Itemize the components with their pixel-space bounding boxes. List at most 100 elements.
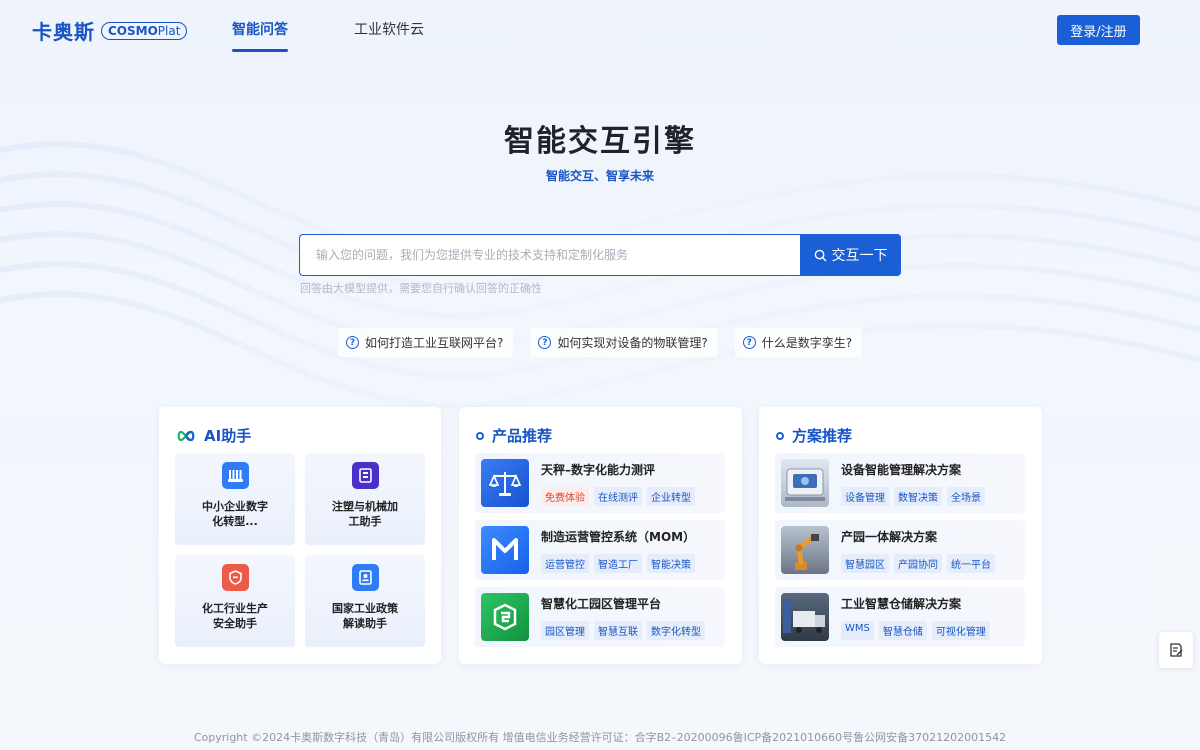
safety-icon <box>221 564 249 591</box>
solution-tag: 智慧仓储 <box>878 620 927 640</box>
cosmoplat-logo[interactable]: 卡奥斯 COSMOPlat <box>32 16 188 45</box>
solution-item[interactable]: 设备智能管理解决方案 设备管理 数智决策 全场景 <box>775 453 1025 513</box>
product-item[interactable]: 智慧化工园区管理平台 园区管理 智慧互联 数字化转型 <box>475 587 725 647</box>
solution-tag: 产园协同 <box>894 553 942 573</box>
solution-name: 工业智慧仓储解决方案 <box>841 596 962 611</box>
suggested-question-text: 如何打造工业互联网平台? <box>364 336 504 350</box>
product-tag: 智造工厂 <box>594 553 642 573</box>
ai-assistant-label: 化工行业生产安全助手 <box>202 602 268 630</box>
question-mark-icon: ? <box>345 336 359 349</box>
scale-icon <box>481 459 529 507</box>
search-icon <box>814 249 826 261</box>
solution-tag: 统一平台 <box>947 553 995 573</box>
ai-assistant-grid: 中小企业数字化转型... 注塑与机械加工助手 化工行业生产安全助手 国家工业政策… <box>175 453 425 647</box>
factory-icon <box>221 462 249 489</box>
login-register-button[interactable]: 登录/注册 <box>1057 15 1140 45</box>
solution-item[interactable]: 产园一体解决方案 智慧园区 产园协同 统一平台 <box>775 520 1025 580</box>
ai-assistant-title-text: AI助手 <box>204 427 252 445</box>
solution-tag: WMS <box>841 620 874 640</box>
solution-tags: 智慧园区 产园协同 统一平台 <box>841 553 995 573</box>
product-tag: 智能决策 <box>647 553 695 573</box>
solution-name: 产园一体解决方案 <box>841 529 938 544</box>
bullet-dot-icon <box>776 431 784 440</box>
search-button-label: 交互一下 <box>831 248 888 264</box>
nav-tab-software-cloud[interactable]: 工业软件云 <box>354 0 424 52</box>
warehouse-truck-photo <box>781 593 829 641</box>
question-mark-icon: ? <box>538 336 552 349</box>
page-title: 智能交互引擎 <box>504 124 696 159</box>
ai-assistant-tile[interactable]: 中小企业数字化转型... <box>175 453 295 545</box>
solution-tag: 智慧园区 <box>841 553 889 573</box>
product-recommend-card: 产品推荐 天秤–数字化能力测评 免费体验 在线测评 企业转型 制造运营管控系统（… <box>459 407 742 664</box>
ai-assistant-label: 中小企业数字化转型... <box>202 500 268 528</box>
solution-tag: 设备管理 <box>841 486 889 506</box>
page-subtitle: 智能交互、智享未来 <box>545 169 654 183</box>
solution-name: 设备智能管理解决方案 <box>841 462 962 477</box>
logo-text-en-a: COSMO <box>108 23 158 38</box>
search-input[interactable] <box>299 234 800 276</box>
suggested-question[interactable]: ? 如何打造工业互联网平台? <box>337 328 514 357</box>
suggested-question-text: 什么是数字孪生? <box>761 336 853 350</box>
machine-icon <box>351 462 379 489</box>
search-submit-button[interactable]: 交互一下 <box>800 234 901 276</box>
suggested-question-text: 如何实现对设备的物联管理? <box>557 336 708 350</box>
logo-text-en: COSMOPlat <box>101 21 188 40</box>
product-tags: 运营管控 智造工厂 智能决策 <box>541 553 695 573</box>
product-name: 天秤–数字化能力测评 <box>541 462 656 477</box>
solution-recommend-card: 方案推荐 设备智能管理解决方案 设备管理 数智决策 全场景 产园一体解决方案 智… <box>759 407 1042 664</box>
ai-assistant-tile[interactable]: 注塑与机械加工助手 <box>305 453 425 545</box>
product-item[interactable]: 天秤–数字化能力测评 免费体验 在线测评 企业转型 <box>475 453 725 513</box>
product-name: 智慧化工园区管理平台 <box>541 596 662 611</box>
product-tag: 数字化转型 <box>647 620 705 640</box>
solution-tags: WMS 智慧仓储 可视化管理 <box>841 620 990 640</box>
bullet-dot-icon <box>476 431 484 440</box>
product-tag: 园区管理 <box>541 620 589 640</box>
solution-list: 设备智能管理解决方案 设备管理 数智决策 全场景 产园一体解决方案 智慧园区 产… <box>775 453 1025 647</box>
suggested-questions: ? 如何打造工业互联网平台? ? 如何实现对设备的物联管理? ? 什么是数字孪生… <box>0 328 1200 357</box>
search-bar: 交互一下 <box>299 234 901 276</box>
ai-assistant-label: 注塑与机械加工助手 <box>332 500 398 528</box>
ai-assistant-title: AI助手 <box>176 425 251 446</box>
robot-arm-photo <box>781 526 829 574</box>
ai-assistant-label: 国家工业政策解读助手 <box>332 602 398 630</box>
ai-assistant-card: AI助手 中小企业数字化转型... 注塑与机械加工助手 化工行业生产安全助手 国… <box>159 407 441 664</box>
policy-icon <box>351 564 379 591</box>
suggested-question[interactable]: ? 什么是数字孪生? <box>734 328 863 357</box>
solution-tag: 可视化管理 <box>931 620 990 640</box>
mom-logo-icon <box>481 526 529 574</box>
search-disclaimer: 回答由大模型提供，需要您自行确认回答的正确性 <box>300 282 542 295</box>
solution-tags: 设备管理 数智决策 全场景 <box>841 486 985 506</box>
suggested-question[interactable]: ? 如何实现对设备的物联管理? <box>530 328 718 357</box>
edit-note-icon <box>1170 643 1183 657</box>
logo-text-en-b: Plat <box>157 23 181 38</box>
logo-text-cn: 卡奥斯 <box>32 20 95 44</box>
nav-tab-qa[interactable]: 智能问答 <box>232 0 288 52</box>
product-tags: 免费体验 在线测评 企业转型 <box>541 486 695 506</box>
product-item[interactable]: 制造运营管控系统（MOM） 运营管控 智造工厂 智能决策 <box>475 520 725 580</box>
solution-recommend-title: 方案推荐 <box>776 425 852 446</box>
product-tag: 在线测评 <box>594 486 642 506</box>
question-mark-icon: ? <box>742 336 756 349</box>
product-recommend-title-text: 产品推荐 <box>492 427 553 445</box>
park-logo-icon <box>481 593 529 641</box>
top-header: 卡奥斯 COSMOPlat 智能问答 工业软件云 登录/注册 <box>0 0 1200 60</box>
solution-recommend-title-text: 方案推荐 <box>792 427 853 445</box>
product-tag: 企业转型 <box>647 486 695 506</box>
footer-copyright: Copyright ©2024卡奥斯数字科技（青岛）有限公司版权所有 增值电信业… <box>193 731 1007 744</box>
solution-item[interactable]: 工业智慧仓储解决方案 WMS 智慧仓储 可视化管理 <box>775 587 1025 647</box>
product-tag: 免费体验 <box>541 486 589 506</box>
infinity-icon <box>177 430 195 441</box>
solution-tag: 全场景 <box>947 486 985 506</box>
product-name: 制造运营管控系统（MOM） <box>541 529 696 544</box>
solution-tag: 数智决策 <box>894 486 942 506</box>
product-list: 天秤–数字化能力测评 免费体验 在线测评 企业转型 制造运营管控系统（MOM） … <box>475 453 725 647</box>
ai-assistant-tile[interactable]: 化工行业生产安全助手 <box>175 555 295 647</box>
main-nav: 智能问答 工业软件云 <box>232 0 424 52</box>
feedback-button[interactable] <box>1159 632 1193 668</box>
product-tag: 运营管控 <box>541 553 589 573</box>
product-recommend-title: 产品推荐 <box>476 425 552 446</box>
product-tag: 智慧互联 <box>594 620 642 640</box>
product-tags: 园区管理 智慧互联 数字化转型 <box>541 620 705 640</box>
equipment-photo <box>781 459 829 507</box>
ai-assistant-tile[interactable]: 国家工业政策解读助手 <box>305 555 425 647</box>
